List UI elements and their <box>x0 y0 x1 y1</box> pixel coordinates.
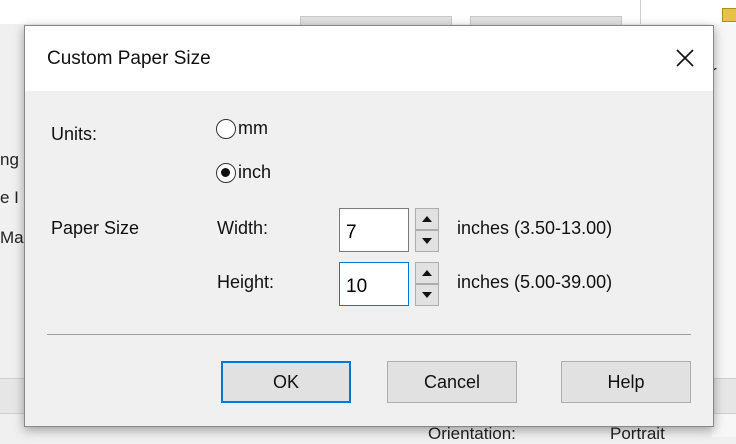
custom-paper-size-dialog: Custom Paper Size Units: mm inch Paper S… <box>24 25 714 427</box>
background-text: Ma <box>0 228 24 247</box>
help-button[interactable]: Help <box>561 361 691 403</box>
width-spin-up-button[interactable] <box>415 208 439 230</box>
units-label: Units: <box>51 124 98 144</box>
background-divider <box>640 0 641 24</box>
radio-inch-circle[interactable] <box>216 162 236 183</box>
width-spinner <box>415 208 439 252</box>
radio-mm[interactable]: mm <box>216 118 268 139</box>
background-text: ng <box>0 150 19 169</box>
height-range: inches (5.00-39.00) <box>457 272 613 292</box>
background-tab <box>300 16 452 25</box>
height-spinner <box>415 262 439 306</box>
height-spin-up-button[interactable] <box>415 262 439 284</box>
triangle-down-icon <box>422 292 432 298</box>
height-spin-down-button[interactable] <box>415 284 439 306</box>
triangle-up-icon <box>422 216 432 222</box>
dialog-divider <box>47 334 691 335</box>
width-label: Width: <box>217 218 269 238</box>
radio-mm-circle[interactable] <box>216 118 236 139</box>
radio-inch[interactable]: inch <box>216 162 271 183</box>
folder-icon <box>722 8 736 22</box>
cancel-button[interactable]: Cancel <box>387 361 517 403</box>
ok-button[interactable]: OK <box>221 361 351 403</box>
radio-inch-label: inch <box>238 162 272 182</box>
triangle-down-icon <box>422 238 432 244</box>
dialog-titlebar: Custom Paper Size <box>25 26 713 91</box>
background-text: Portrait <box>610 424 665 443</box>
background-text: e I <box>0 188 19 207</box>
close-button[interactable] <box>665 38 705 78</box>
width-spin-down-button[interactable] <box>415 230 439 252</box>
background-text: Orientation: <box>428 424 516 443</box>
dialog-title: Custom Paper Size <box>47 48 211 69</box>
background-tab <box>470 16 622 25</box>
triangle-up-icon <box>422 270 432 276</box>
background-panel <box>712 24 736 437</box>
height-input[interactable] <box>339 262 409 306</box>
width-range: inches (3.50-13.00) <box>457 218 613 238</box>
width-input[interactable] <box>339 208 409 252</box>
paper-size-label: Paper Size <box>51 218 140 238</box>
close-icon <box>676 49 694 67</box>
radio-mm-label: mm <box>238 118 268 138</box>
height-label: Height: <box>217 272 275 292</box>
